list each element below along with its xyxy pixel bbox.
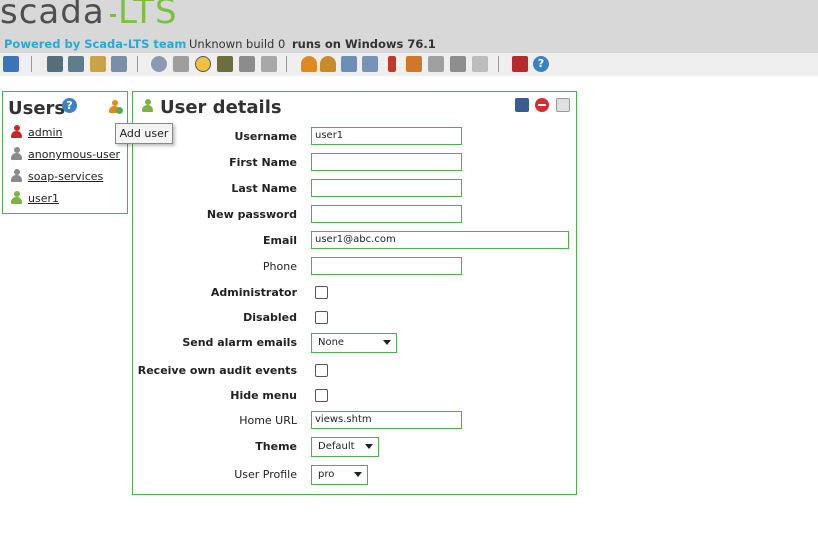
send-test-email-icon[interactable] (556, 98, 570, 112)
help-documents-icon[interactable] (472, 56, 488, 72)
main-toolbar: ? (0, 53, 818, 76)
import-export-icon[interactable] (450, 56, 466, 72)
first-name-field[interactable] (311, 153, 462, 171)
maintenance-events-icon[interactable] (261, 56, 277, 72)
user-icon (11, 125, 22, 138)
toolbar-divider (137, 56, 138, 72)
new-password-field[interactable] (311, 205, 462, 223)
theme-select[interactable]: Default (311, 437, 379, 457)
data-sources-icon[interactable] (151, 56, 167, 72)
user-profiles-icon[interactable] (320, 56, 336, 72)
administrator-checkbox[interactable] (315, 286, 328, 299)
user-profile-select[interactable]: pro (311, 465, 368, 485)
new-password-label: New password (206, 208, 297, 221)
first-name-label: First Name (229, 156, 297, 169)
user-link-soap-services[interactable]: soap-services (28, 170, 103, 183)
username-field[interactable]: user1 (311, 127, 462, 145)
users-icon[interactable] (301, 56, 317, 72)
users-panel: Users ? admin anonymous-user soap-servic… (2, 91, 128, 214)
logo-dash (110, 14, 116, 17)
sql-icon[interactable] (428, 56, 444, 72)
toolbar-divider (286, 56, 287, 72)
send-alarm-emails-select[interactable]: None (311, 333, 397, 353)
send-alarm-emails-value: None (318, 337, 345, 348)
last-name-label: Last Name (231, 182, 297, 195)
users-title: Users (8, 98, 66, 119)
chevron-down-icon (354, 472, 362, 477)
phone-field[interactable] (311, 257, 462, 275)
build-info: Unknown build 0 (189, 37, 286, 51)
add-user-tooltip: Add user (115, 123, 173, 144)
point-links-icon[interactable] (217, 56, 233, 72)
scheduled-events-icon[interactable] (173, 56, 189, 72)
event-handlers-icon[interactable] (111, 56, 127, 72)
toolbar-divider (498, 56, 499, 72)
user-link-user1[interactable]: user1 (28, 192, 59, 205)
user-details-title: User details (160, 97, 282, 118)
runs-on-info: runs on Windows 76.1 (292, 37, 436, 51)
receive-own-audit-checkbox[interactable] (315, 364, 328, 377)
reports-icon[interactable] (90, 56, 106, 72)
administrator-label: Administrator (210, 286, 297, 299)
user-link-admin[interactable]: admin (28, 126, 62, 139)
mailing-lists-icon[interactable] (362, 56, 378, 72)
theme-value: Default (318, 441, 355, 452)
app-header: scada LTS Powered by Scada-LTS team Unkn… (0, 0, 818, 53)
add-user-icon[interactable] (109, 100, 123, 114)
hide-menu-checkbox[interactable] (315, 389, 328, 402)
users-help-icon[interactable]: ? (62, 98, 77, 113)
hide-menu-label: Hide menu (230, 389, 297, 402)
publishers-icon[interactable] (388, 56, 396, 72)
chevron-down-icon (383, 340, 391, 345)
watchlist-icon[interactable] (3, 56, 19, 72)
receive-own-audit-label: Receive own audit events (137, 364, 297, 377)
user-profile-label: User Profile (234, 468, 297, 481)
home-url-field[interactable]: views.shtm (311, 411, 462, 429)
logo-accent-text: LTS (118, 0, 178, 32)
user-icon (11, 191, 22, 204)
scripting-icon[interactable] (239, 56, 255, 72)
help-icon[interactable]: ? (533, 56, 549, 72)
point-hierarchy-icon[interactable] (341, 56, 357, 72)
phone-label: Phone (262, 260, 297, 273)
delete-icon[interactable] (535, 98, 549, 112)
user-icon (11, 169, 22, 182)
powered-by-link[interactable]: Powered by Scada-LTS team (4, 37, 186, 51)
send-alarm-emails-label: Send alarm emails (182, 336, 297, 349)
graphic-views-icon[interactable] (47, 56, 63, 72)
home-url-label: Home URL (239, 414, 297, 427)
email-field[interactable]: user1@abc.com (311, 231, 569, 249)
user-details-icon (142, 99, 153, 112)
email-label: Email (263, 234, 297, 247)
theme-label: Theme (255, 440, 297, 453)
graphic-editor-icon[interactable] (68, 56, 84, 72)
compound-events-icon[interactable] (195, 56, 211, 72)
save-icon[interactable] (515, 98, 529, 112)
disabled-checkbox[interactable] (315, 311, 328, 324)
last-name-field[interactable] (311, 179, 462, 197)
user-icon (11, 147, 22, 160)
user-profile-value: pro (318, 469, 335, 480)
chevron-down-icon (365, 444, 373, 449)
disabled-label: Disabled (243, 311, 297, 324)
logo-main-text: scada (0, 0, 105, 32)
system-settings-icon[interactable] (406, 56, 422, 72)
toolbar-divider (31, 56, 32, 72)
logout-icon[interactable] (512, 56, 528, 72)
user-link-anonymous-user[interactable]: anonymous-user (28, 148, 120, 161)
